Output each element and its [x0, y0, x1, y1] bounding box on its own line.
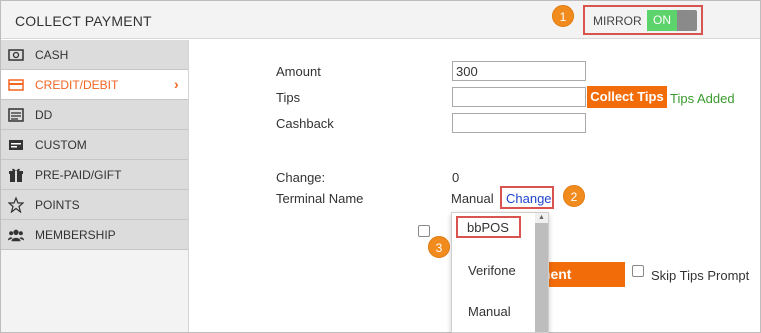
mirror-toggle-on: ON: [647, 10, 677, 31]
collect-tips-button[interactable]: Collect Tips: [587, 86, 667, 108]
mirror-toggle[interactable]: ON: [647, 10, 697, 31]
change-label: Change:: [276, 170, 326, 185]
terminal-option-bbpos[interactable]: bbPOS: [467, 220, 509, 235]
change-highlight: Change: [500, 186, 554, 209]
tips-label: Tips: [276, 90, 301, 105]
sidebar-item-prepaid-gift[interactable]: PRE-PAID/GIFT: [1, 160, 188, 190]
terminal-option-manual[interactable]: Manual: [468, 304, 511, 319]
change-terminal-link[interactable]: Change: [506, 191, 552, 206]
sidebar-item-points[interactable]: POINTS: [1, 190, 188, 220]
mirror-highlight: MIRROR ON: [583, 5, 703, 35]
sidebar-item-cash[interactable]: CASH: [1, 40, 188, 70]
sidebar-item-dd[interactable]: DD: [1, 100, 188, 130]
sidebar-item-custom[interactable]: CUSTOM: [1, 130, 188, 160]
step-badge-3: 3: [428, 236, 450, 258]
sidebar-item-label: CUSTOM: [35, 138, 87, 152]
amount-label: Amount: [276, 64, 321, 79]
sidebar-item-label: POINTS: [35, 198, 80, 212]
sidebar-item-label: PRE-PAID/GIFT: [35, 168, 122, 182]
sidebar-item-membership[interactable]: MEMBERSHIP: [1, 220, 188, 250]
dd-icon: [8, 108, 24, 122]
terminal-option-bbpos-highlight[interactable]: bbPOS: [456, 216, 521, 238]
step-badge-2: 2: [563, 185, 585, 207]
payment-method-sidebar: CASH CREDIT/DEBIT › DD CUSTOM PRE-PAID/G…: [1, 40, 189, 332]
custom-icon: [9, 140, 23, 150]
cash-icon: [8, 49, 24, 61]
sidebar-item-label: MEMBERSHIP: [35, 228, 116, 242]
amount-input[interactable]: [452, 61, 586, 81]
change-value: 0: [452, 170, 460, 185]
group-icon: [8, 229, 24, 242]
skip-tips-label: Skip Tips Prompt: [651, 268, 750, 283]
skip-tips-checkbox[interactable]: [632, 265, 644, 277]
terminal-name-value: Manual: [451, 191, 494, 206]
credit-card-icon: [8, 79, 24, 91]
mirror-label: MIRROR: [593, 14, 642, 28]
terminal-option-verifone[interactable]: Verifone: [468, 263, 516, 278]
page-title: COLLECT PAYMENT: [15, 13, 152, 29]
sidebar-item-label: DD: [35, 108, 53, 122]
scroll-up-icon[interactable]: ▲: [538, 214, 545, 221]
tips-added-status: Tips Added: [670, 91, 735, 106]
scrollbar-thumb[interactable]: [535, 223, 548, 332]
option-checkbox[interactable]: [418, 225, 430, 237]
cashback-label: Cashback: [276, 116, 334, 131]
sidebar-item-credit-debit[interactable]: CREDIT/DEBIT ›: [1, 70, 188, 100]
step-badge-1: 1: [552, 5, 574, 27]
cashback-input[interactable]: [452, 113, 586, 133]
dropdown-scrollbar[interactable]: ▲: [535, 213, 548, 332]
gift-icon: [9, 168, 23, 182]
tips-input[interactable]: [452, 87, 586, 107]
star-icon: [8, 197, 24, 213]
terminal-name-label: Terminal Name: [276, 191, 364, 206]
sidebar-item-label: CASH: [35, 48, 69, 62]
chevron-right-icon: ›: [174, 76, 179, 92]
sidebar-item-label: CREDIT/DEBIT: [35, 78, 119, 92]
